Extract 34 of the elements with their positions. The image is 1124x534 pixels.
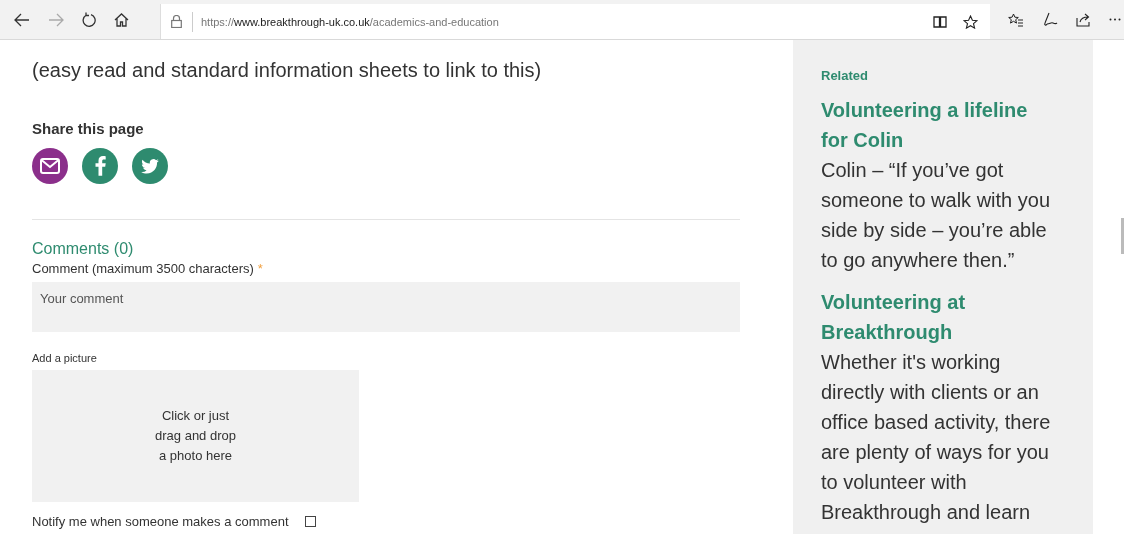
notify-checkbox[interactable] [304,516,316,527]
email-share-button[interactable] [32,148,68,184]
related-summary: Whether it's working directly with clients or an office based activity, there are plenty of ways for you to volunteer with Breakthrough and learn [821,350,1052,525]
required-mark: * [257,261,263,276]
pen-icon[interactable] [1042,12,1058,27]
envelope-icon [40,158,60,174]
comments-heading: Comments (0) [32,240,135,258]
related-heading: Related [821,68,869,83]
comment-label: Comment (maximum 3500 characters) [32,261,254,276]
twitter-icon [141,158,159,174]
lock-icon [171,15,182,28]
scrollbar-thumb[interactable] [1121,218,1124,254]
photo-dropzone[interactable]: Click or just drag and drop a photo here [32,370,359,502]
picture-label: Add a picture [32,352,98,364]
notify-label: Notify me when someone makes a comment [32,514,289,529]
back-icon[interactable] [14,12,30,27]
refresh-icon[interactable] [82,12,96,27]
intro-text: (easy read and standard information sheets to link to this) [32,58,543,82]
star-icon[interactable] [963,14,978,29]
facebook-icon [94,156,106,176]
facebook-share-button[interactable] [82,148,118,184]
more-icon[interactable] [1109,18,1121,21]
share-icon[interactable] [1076,12,1091,27]
related-link[interactable]: Volunteering at Breakthrough [821,287,1046,347]
book-icon[interactable] [933,15,947,28]
comment-field[interactable]: Your comment [32,282,740,332]
related-summary: Colin – “If you’ve got someone to walk with you side by side – you’re able to go anywhere then.” [821,158,1051,273]
favorites-icon[interactable] [1008,12,1024,27]
share-heading: Share this page [32,120,145,137]
twitter-share-button[interactable] [132,148,168,184]
address-bar[interactable]: https://www.breakthrough-uk.co.uk/academics-and-education [160,4,990,39]
url-text[interactable]: https://www.breakthrough-uk.co.uk/academics-and-education [201,15,499,28]
related-link[interactable]: Volunteering a lifeline for Colin [821,95,1046,155]
home-icon[interactable] [114,12,129,27]
